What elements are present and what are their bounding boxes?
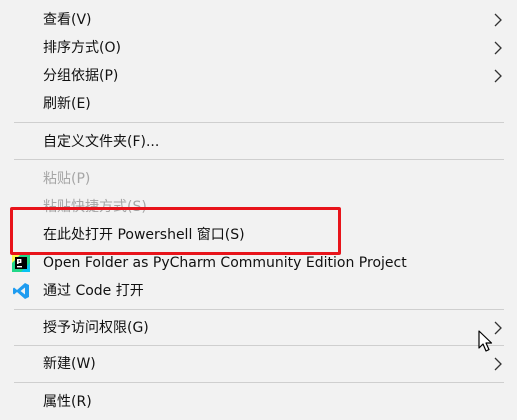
menu-item-paste-shortcut[interactable]: 粘贴快捷方式(S) <box>0 193 517 221</box>
menu-item-customize-folder-label: 自定义文件夹(F)... <box>43 134 160 150</box>
menu-item-paste-label: 粘贴(P) <box>43 171 91 187</box>
menu-item-pycharm-label: Open Folder as PyCharm Community Edition… <box>43 255 407 271</box>
chevron-right-icon <box>494 13 502 27</box>
menu-item-sort-label: 排序方式(O) <box>43 40 121 56</box>
menu-item-refresh[interactable]: 刷新(E) <box>0 90 517 118</box>
menu-item-open-powershell-label: 在此处打开 Powershell 窗口(S) <box>43 227 245 243</box>
menu-item-properties-label: 属性(R) <box>43 394 92 410</box>
mouse-cursor-icon <box>478 330 493 352</box>
chevron-right-icon <box>494 357 502 371</box>
chevron-right-icon <box>494 69 502 83</box>
chevron-right-icon <box>494 41 502 55</box>
menu-item-paste[interactable]: 粘贴(P) <box>0 165 517 193</box>
menu-separator <box>14 345 504 346</box>
context-menu: 查看(V) 排序方式(O) 分组依据(P) 刷新(E) 自定义文件夹(F)...… <box>0 0 517 420</box>
menu-item-view[interactable]: 查看(V) <box>0 6 517 34</box>
menu-item-grant-access[interactable]: 授予访问权限(G) <box>0 314 517 342</box>
pycharm-icon <box>12 254 30 272</box>
menu-item-group-label: 分组依据(P) <box>43 68 119 84</box>
menu-item-view-label: 查看(V) <box>43 12 92 28</box>
menu-item-refresh-label: 刷新(E) <box>43 96 91 112</box>
menu-separator <box>14 309 504 310</box>
menu-separator <box>14 122 504 123</box>
menu-item-customize-folder[interactable]: 自定义文件夹(F)... <box>0 128 517 156</box>
menu-item-new-label: 新建(W) <box>43 356 96 372</box>
menu-item-properties[interactable]: 属性(R) <box>0 388 517 416</box>
menu-item-grant-access-label: 授予访问权限(G) <box>43 320 149 336</box>
menu-item-vscode[interactable]: 通过 Code 打开 <box>0 277 517 305</box>
menu-item-open-powershell[interactable]: 在此处打开 Powershell 窗口(S) <box>0 221 517 249</box>
menu-item-group[interactable]: 分组依据(P) <box>0 62 517 90</box>
menu-item-paste-shortcut-label: 粘贴快捷方式(S) <box>43 199 147 215</box>
menu-item-vscode-label: 通过 Code 打开 <box>43 283 144 299</box>
menu-item-sort[interactable]: 排序方式(O) <box>0 34 517 62</box>
menu-separator <box>14 159 504 160</box>
menu-item-new[interactable]: 新建(W) <box>0 350 517 378</box>
menu-separator <box>14 382 504 383</box>
menu-item-pycharm[interactable]: Open Folder as PyCharm Community Edition… <box>0 249 517 277</box>
vscode-icon <box>13 283 29 299</box>
